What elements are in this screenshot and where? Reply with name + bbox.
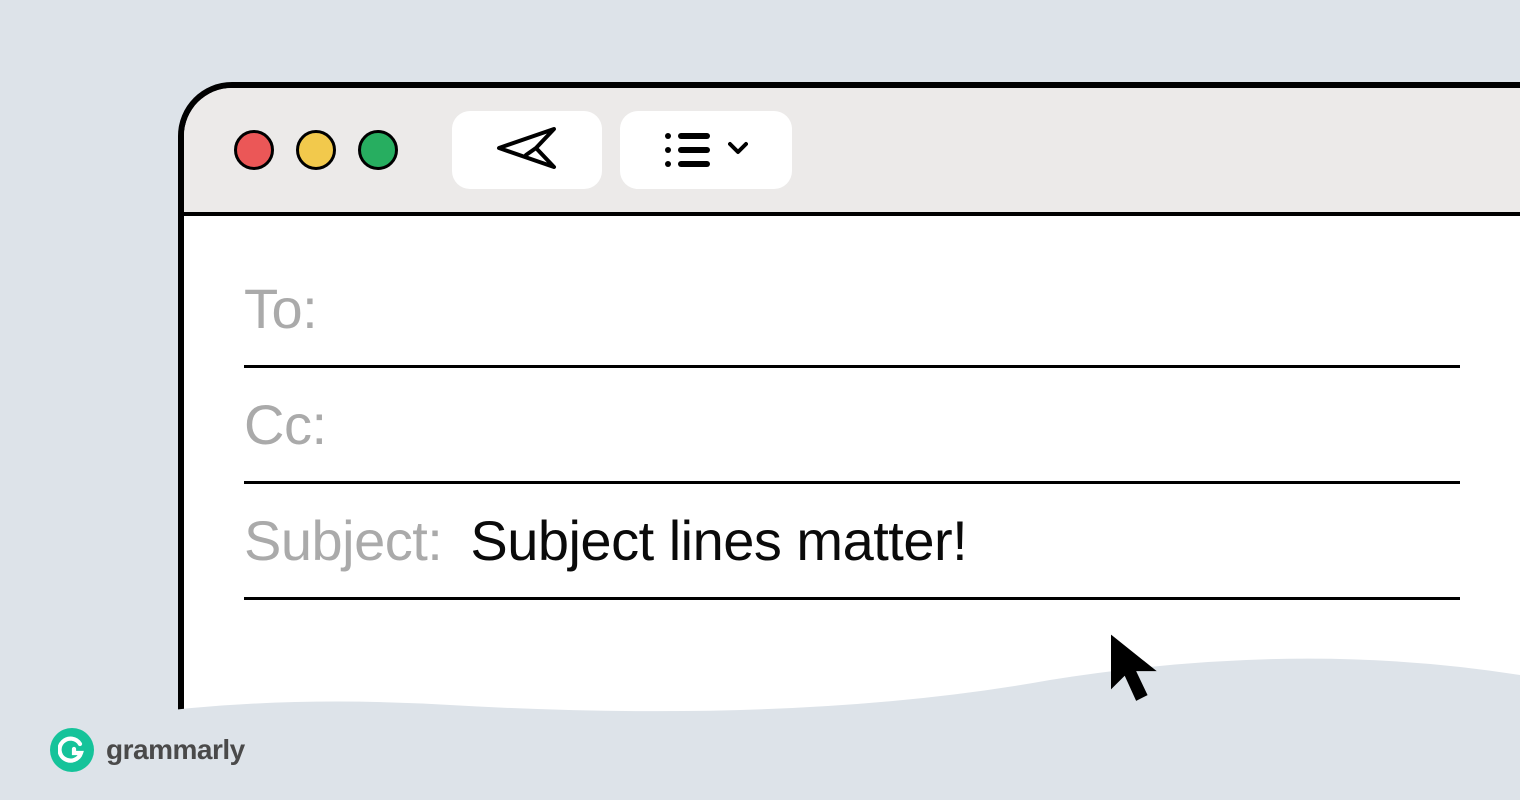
list-dropdown-button[interactable] bbox=[620, 111, 792, 189]
compose-fields: To: Cc: Subject: Subject lines matter! bbox=[184, 216, 1520, 720]
cursor-icon bbox=[1105, 630, 1165, 710]
cc-field-row: Cc: bbox=[244, 368, 1460, 484]
window-toolbar bbox=[184, 88, 1520, 216]
brand-logo-icon bbox=[50, 728, 94, 772]
to-label: To: bbox=[244, 276, 317, 341]
traffic-lights bbox=[234, 130, 398, 170]
paper-plane-icon bbox=[496, 125, 558, 176]
list-icon bbox=[665, 133, 710, 167]
brand-badge: grammarly bbox=[50, 728, 245, 772]
subject-input[interactable]: Subject lines matter! bbox=[470, 508, 967, 573]
subject-label: Subject: bbox=[244, 508, 442, 573]
subject-field-row: Subject: Subject lines matter! bbox=[244, 484, 1460, 600]
cc-label: Cc: bbox=[244, 392, 327, 457]
send-button[interactable] bbox=[452, 111, 602, 189]
brand-name: grammarly bbox=[106, 734, 245, 766]
minimize-icon[interactable] bbox=[296, 130, 336, 170]
chevron-down-icon bbox=[728, 141, 748, 160]
compose-window: To: Cc: Subject: Subject lines matter! bbox=[178, 82, 1520, 720]
to-field-row: To: bbox=[244, 252, 1460, 368]
close-icon[interactable] bbox=[234, 130, 274, 170]
maximize-icon[interactable] bbox=[358, 130, 398, 170]
